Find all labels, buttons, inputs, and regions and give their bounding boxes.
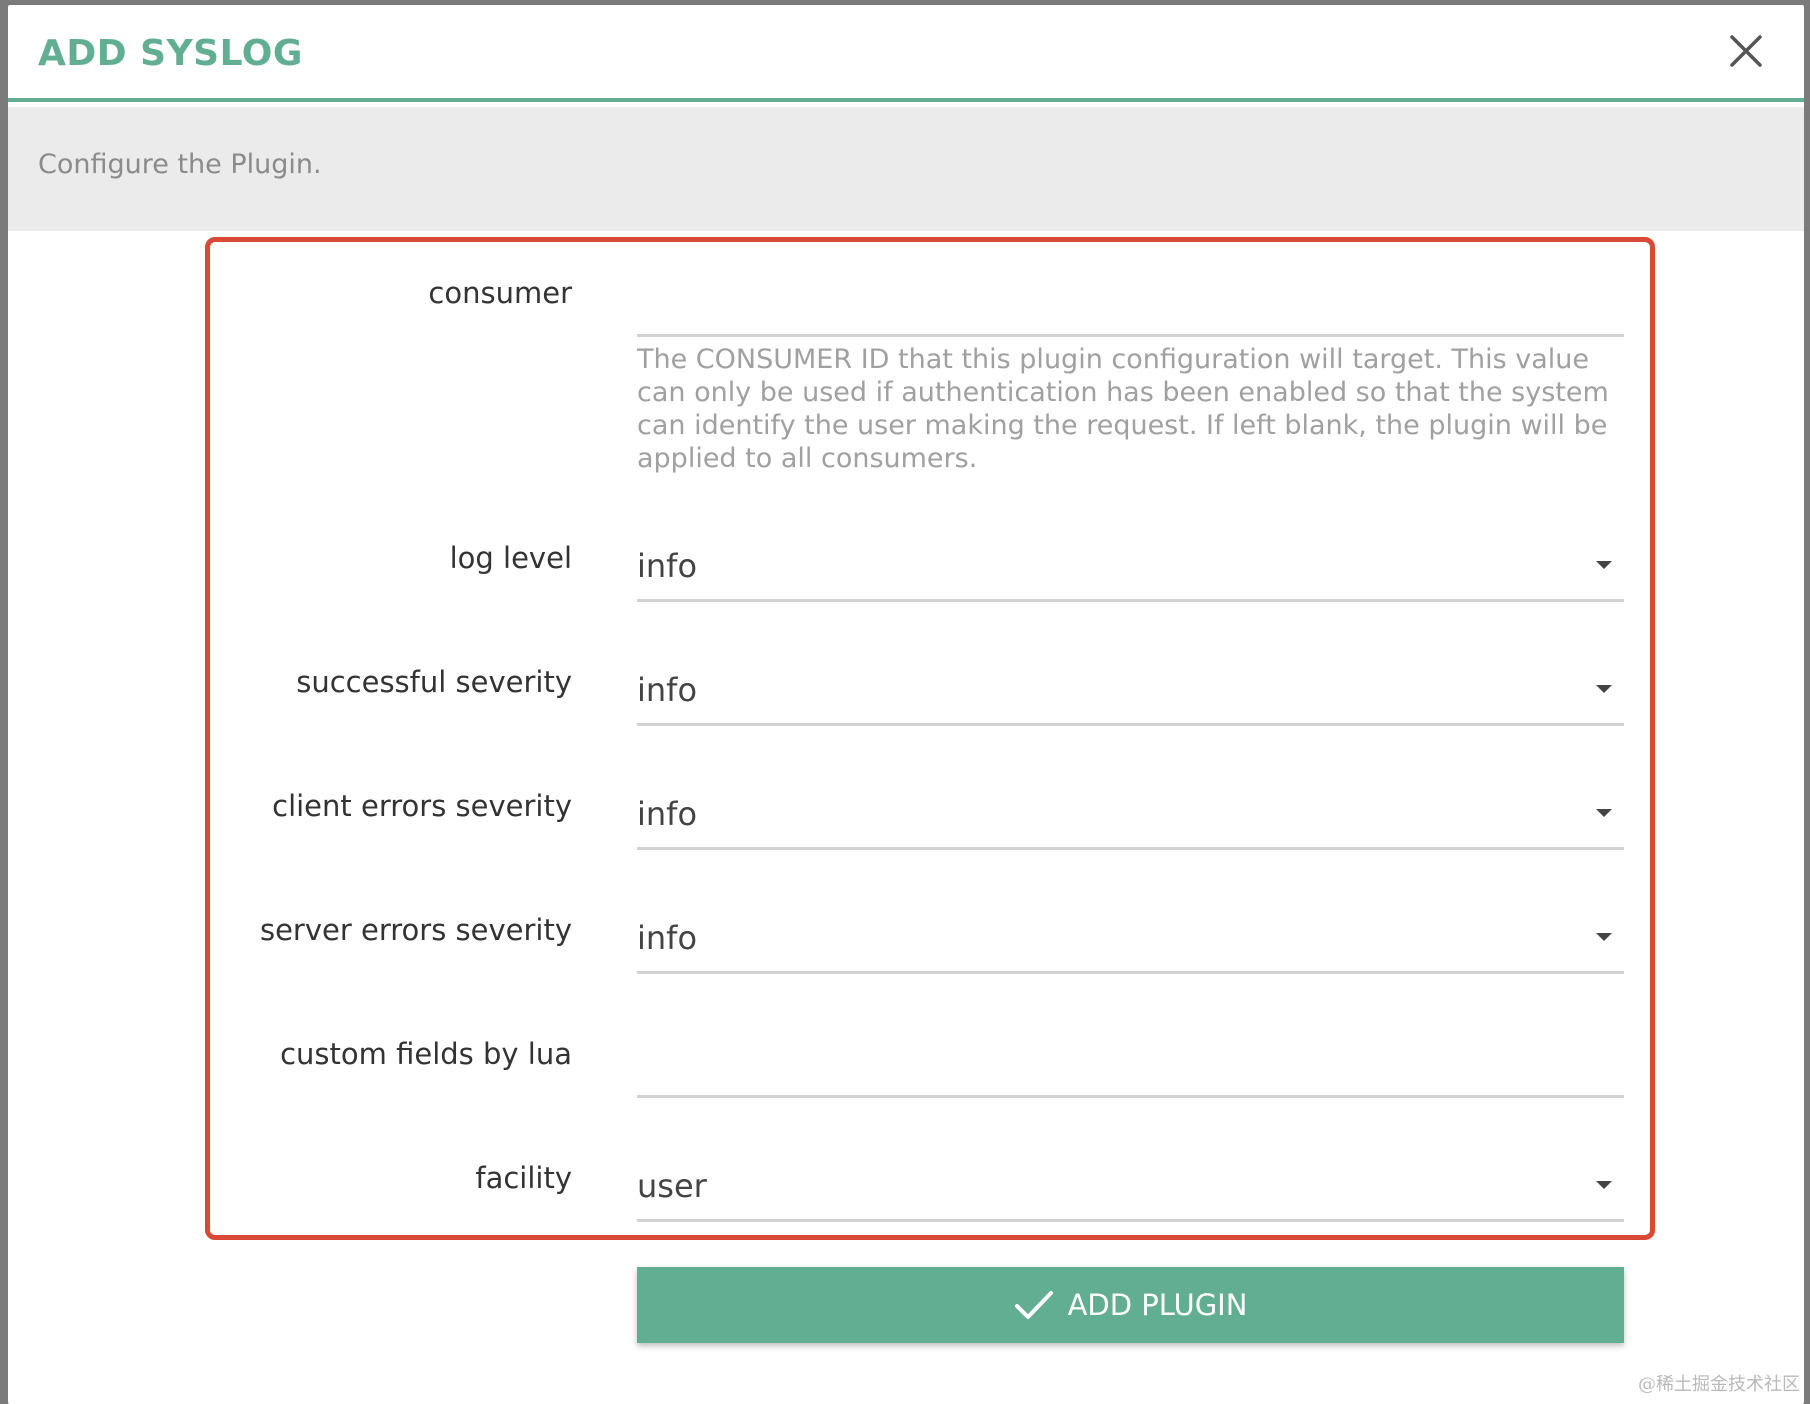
chevron-down-icon — [1596, 685, 1612, 693]
successful-severity-select[interactable]: info — [637, 651, 1624, 726]
chevron-down-icon — [1596, 933, 1612, 941]
close-icon — [1730, 35, 1762, 67]
facility-value: user — [637, 1167, 707, 1205]
add-plugin-button[interactable]: ADD PLUGIN — [637, 1267, 1624, 1343]
server-errors-severity-value: info — [637, 919, 698, 957]
add-syslog-modal: ADD SYSLOG Configure the Plugin. consume… — [8, 5, 1804, 1404]
consumer-input[interactable] — [637, 263, 1624, 337]
chevron-down-icon — [1596, 561, 1612, 569]
custom-fields-by-lua-input[interactable] — [637, 1023, 1624, 1098]
client-errors-severity-select[interactable]: info — [637, 775, 1624, 850]
log-level-select[interactable]: info — [637, 527, 1624, 602]
close-button[interactable] — [1728, 33, 1764, 69]
successful-severity-value: info — [637, 671, 698, 709]
log-level-value: info — [637, 547, 698, 585]
modal-title: ADD SYSLOG — [38, 33, 303, 74]
modal-subtitle: Configure the Plugin. — [38, 149, 322, 180]
server-errors-severity-label: server errors severity — [259, 913, 572, 947]
modal-subheader: Configure the Plugin. — [8, 107, 1804, 231]
chevron-down-icon — [1596, 809, 1612, 817]
check-icon — [1014, 1291, 1053, 1319]
log-level-label: log level — [449, 541, 572, 575]
facility-select[interactable]: user — [637, 1147, 1624, 1222]
facility-label: facility — [475, 1161, 572, 1195]
successful-severity-label: successful severity — [296, 665, 572, 699]
consumer-help-text: The CONSUMER ID that this plugin configu… — [637, 344, 1609, 474]
chevron-down-icon — [1596, 1181, 1612, 1189]
client-errors-severity-value: info — [637, 795, 698, 833]
watermark: @稀土掘金技术社区 — [1638, 1374, 1800, 1395]
add-plugin-label: ADD PLUGIN — [1067, 1288, 1248, 1322]
server-errors-severity-select[interactable]: info — [637, 899, 1624, 974]
modal-header: ADD SYSLOG — [8, 5, 1804, 102]
consumer-label: consumer — [428, 276, 572, 310]
custom-fields-by-lua-label: custom fields by lua — [280, 1037, 572, 1071]
client-errors-severity-label: client errors severity — [272, 789, 572, 823]
